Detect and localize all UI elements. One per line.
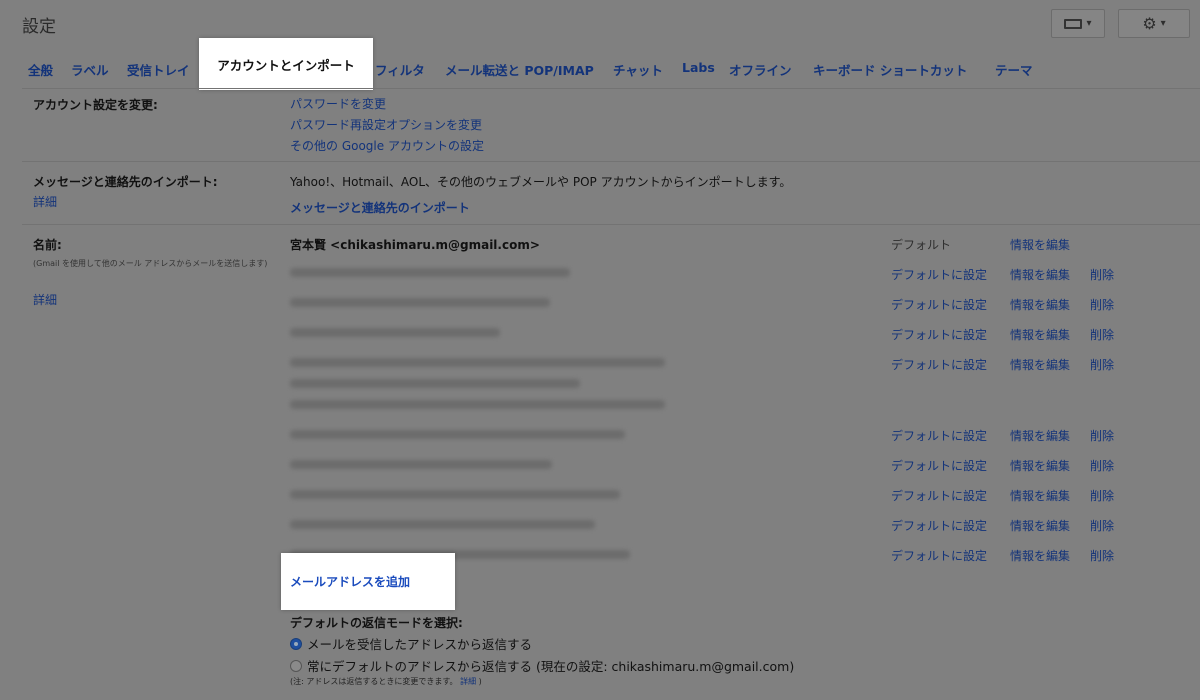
name-sublabel: (Gmail を使用して他のメール アドレスからメールを送信します): [33, 259, 268, 268]
reply-from-received-label: メールを受信したアドレスから返信する: [307, 637, 533, 652]
tab-chat[interactable]: チャット: [613, 60, 663, 79]
set-default-link[interactable]: デフォルトに設定: [891, 266, 987, 283]
delete-link[interactable]: 削除: [1090, 326, 1114, 343]
edit-info-link[interactable]: 情報を編集: [1010, 296, 1070, 313]
blurred-address: [290, 328, 500, 337]
input-tools-button[interactable]: ▾: [1051, 9, 1105, 38]
divider: [22, 161, 1200, 162]
edit-info-link[interactable]: 情報を編集: [1010, 236, 1070, 253]
tab-accounts-import[interactable]: アカウントとインポート: [199, 38, 373, 90]
blurred-address: [290, 400, 665, 409]
tab-forwarding-pop-imap[interactable]: メール転送と POP/IMAP: [445, 60, 594, 79]
change-recovery-options-link[interactable]: パスワード再設定オプションを変更: [290, 116, 482, 133]
blurred-address: [290, 358, 665, 367]
delete-link[interactable]: 削除: [1090, 427, 1114, 444]
name-detail-link[interactable]: 詳細: [33, 291, 57, 308]
delete-link[interactable]: 削除: [1090, 457, 1114, 474]
tab-offline[interactable]: オフライン: [729, 60, 792, 79]
divider: [22, 88, 1200, 89]
other-google-account-settings-link[interactable]: その他の Google アカウントの設定: [290, 137, 484, 154]
reply-mode-note: (注: アドレスは返信するときに変更できます。 詳細 ): [290, 677, 482, 686]
reply-from-default-label: 常にデフォルトのアドレスから返信する (現在の設定: chikashimaru.…: [307, 659, 795, 674]
set-default-link[interactable]: デフォルトに設定: [891, 487, 987, 504]
default-status: デフォルト: [891, 238, 952, 252]
blurred-address: [290, 298, 550, 307]
set-default-link[interactable]: デフォルトに設定: [891, 326, 987, 343]
import-messages-contacts-link[interactable]: メッセージと連絡先のインポート: [290, 199, 470, 216]
delete-link[interactable]: 削除: [1090, 487, 1114, 504]
blurred-address: [290, 430, 625, 439]
blurred-address: [290, 379, 580, 388]
edit-info-link[interactable]: 情報を編集: [1010, 326, 1070, 343]
set-default-link[interactable]: デフォルトに設定: [891, 356, 987, 373]
delete-link[interactable]: 削除: [1090, 547, 1114, 564]
tab-filters[interactable]: フィルタ: [375, 60, 425, 79]
blurred-address: [290, 490, 620, 499]
divider: [22, 224, 1200, 225]
edit-info-link[interactable]: 情報を編集: [1010, 517, 1070, 534]
settings-gear-button[interactable]: ⚙ ▾: [1118, 9, 1190, 38]
set-default-link[interactable]: デフォルトに設定: [891, 547, 987, 564]
blurred-address: [290, 520, 595, 529]
gear-icon: ⚙: [1142, 14, 1157, 33]
tab-labs[interactable]: Labs: [682, 60, 715, 75]
edit-info-link[interactable]: 情報を編集: [1010, 547, 1070, 564]
primary-address: 宮本賢 <chikashimaru.m@gmail.com>: [290, 238, 540, 252]
reply-from-received-option[interactable]: メールを受信したアドレスから返信する: [290, 634, 532, 653]
set-default-link[interactable]: デフォルトに設定: [891, 427, 987, 444]
import-description: Yahoo!、Hotmail、AOL、その他のウェブメールや POP アカウント…: [290, 175, 792, 189]
tab-inbox[interactable]: 受信トレイ: [127, 60, 190, 79]
reply-mode-detail-link[interactable]: 詳細: [460, 677, 476, 686]
tab-themes[interactable]: テーマ: [995, 60, 1033, 79]
radio-unchecked[interactable]: [290, 659, 302, 672]
set-default-link[interactable]: デフォルトに設定: [891, 517, 987, 534]
tab-general[interactable]: 全般: [28, 60, 53, 79]
blurred-address: [290, 460, 552, 469]
edit-info-link[interactable]: 情報を編集: [1010, 356, 1070, 373]
edit-info-link[interactable]: 情報を編集: [1010, 457, 1070, 474]
edit-info-link[interactable]: 情報を編集: [1010, 266, 1070, 283]
set-default-link[interactable]: デフォルトに設定: [891, 457, 987, 474]
tab-labels[interactable]: ラベル: [71, 60, 109, 79]
delete-link[interactable]: 削除: [1090, 356, 1114, 373]
import-detail-link[interactable]: 詳細: [33, 193, 57, 210]
name-label: 名前:: [33, 238, 62, 252]
set-default-link[interactable]: デフォルトに設定: [891, 296, 987, 313]
edit-info-link[interactable]: 情報を編集: [1010, 427, 1070, 444]
account-settings-label: アカウント設定を変更:: [33, 98, 158, 112]
dropdown-arrow-icon: ▾: [1160, 18, 1166, 29]
reply-mode-label: デフォルトの返信モードを選択:: [290, 616, 463, 630]
radio-checked[interactable]: [290, 637, 302, 650]
blurred-address: [290, 268, 570, 277]
keyboard-icon: [1064, 18, 1083, 29]
page-title: 設定: [22, 17, 56, 37]
add-email-address-link[interactable]: メールアドレスを追加: [290, 573, 410, 590]
delete-link[interactable]: 削除: [1090, 266, 1114, 283]
reply-from-default-option[interactable]: 常にデフォルトのアドレスから返信する (現在の設定: chikashimaru.…: [290, 656, 794, 675]
add-address-highlight: メールアドレスを追加: [281, 553, 455, 610]
delete-link[interactable]: 削除: [1090, 296, 1114, 313]
tab-keyboard-shortcuts[interactable]: キーボード ショートカット: [813, 60, 967, 79]
import-label: メッセージと連絡先のインポート:: [33, 175, 218, 189]
settings-page: 設定 ▾ ⚙ ▾ 全般 ラベル 受信トレイ フィルタ メール転送と POP/IM…: [0, 0, 1200, 700]
change-password-link[interactable]: パスワードを変更: [290, 95, 386, 112]
delete-link[interactable]: 削除: [1090, 517, 1114, 534]
edit-info-link[interactable]: 情報を編集: [1010, 487, 1070, 504]
dropdown-arrow-icon: ▾: [1086, 18, 1092, 29]
